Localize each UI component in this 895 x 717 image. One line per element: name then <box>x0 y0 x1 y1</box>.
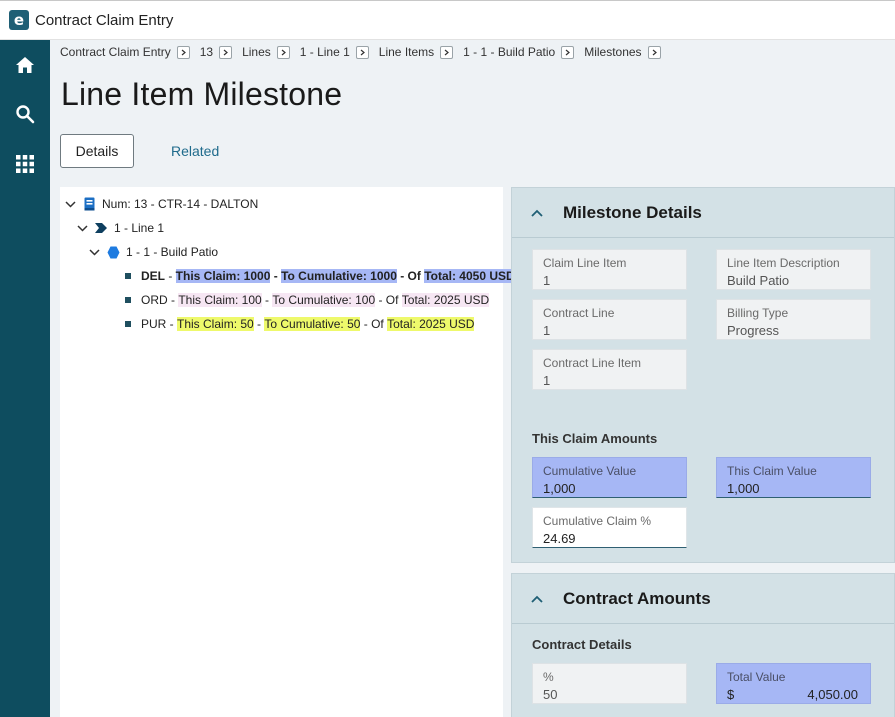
milestone-code: PUR <box>141 317 167 331</box>
tree-node-label: Num: 13 - CTR-14 - DALTON <box>102 197 259 211</box>
line-item-description-field: Line Item Description Build Patio <box>716 249 871 290</box>
chevron-up-icon[interactable] <box>530 206 544 220</box>
contract-book-icon <box>82 197 96 211</box>
breadcrumb-item[interactable]: Lines <box>242 45 271 59</box>
breadcrumb-item[interactable]: 13 <box>200 45 213 59</box>
milestone-to-cumulative: To Cumulative: 100 <box>272 293 376 307</box>
milestone-tree: Num: 13 - CTR-14 - DALTON 1 - Line 1 1 -… <box>60 187 515 717</box>
bullet-icon <box>125 321 131 327</box>
milestone-total: Total: 2025 USD <box>387 317 475 331</box>
milestone-this-claim: This Claim: 1000 <box>175 269 271 283</box>
chevron-right-icon[interactable] <box>355 45 369 59</box>
tab-related[interactable]: Related <box>171 143 219 159</box>
breadcrumb-item[interactable]: Line Items <box>379 45 434 59</box>
percent-field: % 50 <box>532 663 687 704</box>
contract-details-heading: Contract Details <box>532 637 632 652</box>
chevron-up-icon[interactable] <box>530 592 544 606</box>
tree-node-line-item[interactable]: 1 - 1 - Build Patio <box>87 242 218 262</box>
milestone-code: DEL <box>141 269 165 283</box>
milestone-total: Total: 2025 USD <box>401 293 490 307</box>
chevron-down-icon[interactable] <box>87 245 101 259</box>
title-bar: e Contract Claim Entry <box>0 0 895 40</box>
milestone-this-claim: This Claim: 100 <box>178 293 262 307</box>
contract-line-field: Contract Line 1 <box>532 299 687 340</box>
chevron-right-icon[interactable] <box>176 45 190 59</box>
billing-type-field: Billing Type Progress <box>716 299 871 340</box>
breadcrumb: Contract Claim Entry 13 Lines 1 - Line 1… <box>60 44 671 60</box>
milestone-row-pur[interactable]: PUR - This Claim: 50 - To Cumulative: 50… <box>125 314 475 334</box>
breadcrumb-item[interactable]: Milestones <box>584 45 641 59</box>
currency-symbol: $ <box>727 687 735 702</box>
tree-node-label: 1 - 1 - Build Patio <box>126 245 219 259</box>
this-claim-value-input[interactable]: This Claim Value 1,000 <box>716 457 871 498</box>
milestone-total: Total: 4050 USD <box>424 269 515 283</box>
chevron-right-icon[interactable] <box>219 45 233 59</box>
app-logo-icon: e <box>9 10 29 30</box>
breadcrumb-item[interactable]: 1 - 1 - Build Patio <box>463 45 555 59</box>
tree-node-contract[interactable]: Num: 13 - CTR-14 - DALTON <box>63 194 258 214</box>
chevron-right-icon[interactable] <box>561 45 575 59</box>
milestone-this-claim: This Claim: 50 <box>177 317 254 331</box>
line-item-hexagon-icon <box>106 245 120 259</box>
chevron-right-icon[interactable] <box>276 45 290 59</box>
tree-node-line[interactable]: 1 - Line 1 <box>75 218 164 238</box>
apps-grid-icon[interactable] <box>13 152 37 176</box>
tab-details[interactable]: Details <box>60 134 134 168</box>
claim-line-item-field: Claim Line Item 1 <box>532 249 687 290</box>
app-title: Contract Claim Entry <box>35 11 174 29</box>
contract-amounts-panel: Contract Amounts Contract Details % 50 T… <box>511 573 895 717</box>
cumulative-claim-pct-input[interactable]: Cumulative Claim % 24.69 <box>532 507 687 548</box>
milestone-row-del[interactable]: DEL - This Claim: 1000 - To Cumulative: … <box>125 266 515 286</box>
milestone-code: ORD <box>141 293 168 307</box>
main-content: Contract Claim Entry 13 Lines 1 - Line 1… <box>50 40 895 717</box>
home-icon[interactable] <box>13 53 37 77</box>
chevron-right-icon[interactable] <box>647 45 661 59</box>
breadcrumb-item[interactable]: 1 - Line 1 <box>300 45 350 59</box>
milestone-to-cumulative: To Cumulative: 1000 <box>281 269 397 283</box>
chevron-down-icon[interactable] <box>63 197 77 211</box>
left-nav <box>0 40 50 717</box>
milestone-details-panel: Milestone Details Claim Line Item 1 Line… <box>511 187 895 563</box>
breadcrumb-item[interactable]: Contract Claim Entry <box>60 45 171 59</box>
total-value-field: Total Value $ 4,050.00 <box>716 663 871 704</box>
milestone-row-ord[interactable]: ORD - This Claim: 100 - To Cumulative: 1… <box>125 290 490 310</box>
chevron-right-icon[interactable] <box>440 45 454 59</box>
section-title: Milestone Details <box>563 202 702 222</box>
bullet-icon <box>125 297 131 303</box>
this-claim-amounts-heading: This Claim Amounts <box>532 431 658 446</box>
chevron-down-icon[interactable] <box>75 221 89 235</box>
cumulative-value-input[interactable]: Cumulative Value 1,000 <box>532 457 687 498</box>
section-title: Contract Amounts <box>563 588 711 608</box>
total-value-amount: 4,050.00 <box>807 687 858 702</box>
milestone-details-header[interactable]: Milestone Details <box>512 188 894 238</box>
contract-line-item-field: Contract Line Item 1 <box>532 349 687 390</box>
line-chevron-icon <box>94 221 108 235</box>
search-icon[interactable] <box>13 102 37 126</box>
bullet-icon <box>125 273 131 279</box>
tree-node-label: 1 - Line 1 <box>114 221 165 235</box>
contract-amounts-header[interactable]: Contract Amounts <box>512 574 894 624</box>
page-title: Line Item Milestone <box>61 76 343 112</box>
milestone-to-cumulative: To Cumulative: 50 <box>264 317 361 331</box>
